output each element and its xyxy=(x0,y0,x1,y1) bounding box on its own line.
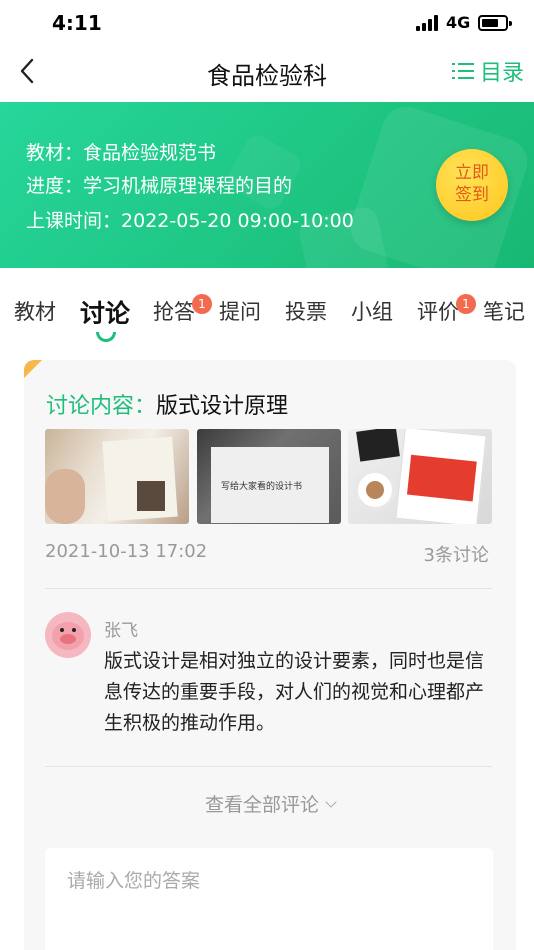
checkin-label-line2: 签到 xyxy=(455,185,489,205)
avatar[interactable] xyxy=(45,612,91,658)
answer-input[interactable] xyxy=(45,848,493,950)
tab-notes[interactable]: 笔记 xyxy=(483,296,525,326)
divider xyxy=(45,766,492,767)
class-time-label: 上课时间： xyxy=(26,210,122,232)
tab-vote[interactable]: 投票 xyxy=(285,296,327,326)
chevron-down-icon xyxy=(325,796,337,808)
discussion-photo-1[interactable] xyxy=(45,429,189,524)
tab-discussion[interactable]: 讨论 xyxy=(80,294,130,330)
active-tab-indicator xyxy=(96,332,116,342)
catalog-label: 目录 xyxy=(479,61,524,86)
comment-author: 张飞 xyxy=(104,621,138,641)
banner-progress: 进度：学习机械原理课程的目的 xyxy=(26,171,292,198)
discussion-date: 2021-10-13 17:02 xyxy=(45,541,208,562)
tab-group[interactable]: 小组 xyxy=(351,296,393,326)
tab-quick-answer[interactable]: 抢答 xyxy=(153,296,195,326)
progress-label: 进度： xyxy=(26,175,84,197)
discussion-count[interactable]: 3条讨论 xyxy=(424,541,489,567)
checkin-label-line1: 立即 xyxy=(455,163,489,183)
banner-class-time: 上课时间：2022-05-20 09:00-10:00 xyxy=(26,206,354,233)
status-bar: 4:11 4G xyxy=(0,0,534,44)
tab-textbook[interactable]: 教材 xyxy=(14,296,56,326)
checkin-button[interactable]: 立即 签到 xyxy=(436,149,508,221)
tab-evaluation[interactable]: 评价 xyxy=(417,296,459,326)
divider xyxy=(45,588,492,589)
view-all-comments-button[interactable]: 查看全部评论 xyxy=(24,790,516,817)
tab-question[interactable]: 提问 xyxy=(219,296,261,326)
banner-textbook: 教材：食品检验规范书 xyxy=(26,138,216,165)
class-time-value: 2022-05-20 09:00-10:00 xyxy=(121,210,354,232)
signal-icon xyxy=(416,15,440,31)
photo2-book-title: 写给大家看的设计书 xyxy=(221,482,303,492)
discussion-photo-3[interactable] xyxy=(348,429,492,524)
catalog-button[interactable]: 目录 xyxy=(451,56,524,86)
status-time: 4:11 xyxy=(52,11,102,35)
discussion-title: 讨论内容：版式设计原理 xyxy=(46,388,288,420)
list-icon xyxy=(451,61,474,81)
battery-icon xyxy=(478,15,512,31)
discussion-photo-2[interactable]: 写给大家看的设计书 xyxy=(197,429,341,524)
network-type: 4G xyxy=(446,13,471,32)
progress-value: 学习机械原理课程的目的 xyxy=(83,175,293,197)
nav-bar: 食品检验科 目录 xyxy=(0,44,534,100)
discussion-card: 讨论内容：版式设计原理 写给大家看的设计书 2021-10-13 17:02 3… xyxy=(24,360,516,950)
textbook-value: 食品检验规范书 xyxy=(83,142,217,164)
quick-answer-badge: 1 xyxy=(192,294,212,314)
comment-text: 版式设计是相对独立的设计要素，同时也是信息传达的重要手段，对人们的视觉和心理都产… xyxy=(104,650,485,734)
discussion-title-label: 讨论内容： xyxy=(46,394,157,419)
view-all-label: 查看全部评论 xyxy=(204,794,319,816)
card-corner-tag xyxy=(24,360,42,378)
tab-bar: 教材 讨论 抢答 1 提问 投票 小组 评价 1 笔记 xyxy=(0,294,534,346)
discussion-title-value: 版式设计原理 xyxy=(156,394,289,419)
evaluation-badge: 1 xyxy=(456,294,476,314)
textbook-label: 教材： xyxy=(26,142,84,164)
